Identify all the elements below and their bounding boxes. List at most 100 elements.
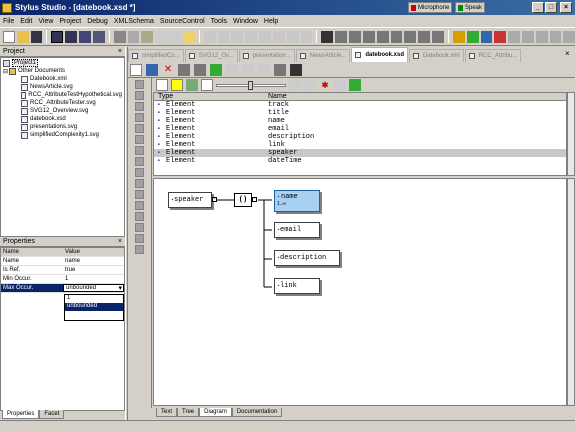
facet-icon[interactable]	[274, 63, 286, 76]
chevron-down-icon[interactable]: ▾	[118, 284, 122, 292]
grid-row[interactable]: ▪ Element dateTime	[154, 157, 566, 165]
palette-choice-icon[interactable]	[135, 135, 144, 144]
diagram-node-description[interactable]: ▪ description	[274, 250, 340, 266]
copy-icon[interactable]	[127, 30, 140, 43]
tree-view-icon[interactable]	[186, 79, 198, 91]
max-occur-dropdown-list[interactable]: 1 unbounded	[64, 294, 124, 321]
document-tab[interactable]: RCC_Attribu...	[464, 49, 522, 62]
menu-file[interactable]: File	[3, 18, 14, 25]
group-icon[interactable]	[194, 63, 206, 76]
dropdown-option-selected[interactable]: unbounded	[65, 303, 123, 311]
diagram-scrollbar[interactable]	[567, 178, 575, 406]
window-icon[interactable]	[51, 30, 64, 43]
menu-project[interactable]: Project	[59, 18, 81, 25]
new-element-icon[interactable]	[130, 63, 142, 76]
paste-icon[interactable]	[141, 30, 154, 43]
menu-tools[interactable]: Tools	[211, 18, 227, 25]
maximize-button[interactable]: □	[545, 2, 557, 13]
uncomment-icon[interactable]	[418, 30, 431, 43]
toolbar-icon[interactable]	[203, 30, 216, 43]
grid-row[interactable]: ▪ Element track	[154, 101, 566, 109]
redo-icon[interactable]	[169, 30, 181, 43]
palette-unique-icon[interactable]	[135, 190, 144, 199]
palette-redefine-icon[interactable]	[135, 234, 144, 243]
document-tab[interactable]: SVG12_Ov...	[184, 49, 238, 62]
folder-other-documents[interactable]: ⊟ Other Documents	[3, 67, 122, 75]
palette-element-icon[interactable]	[135, 80, 144, 89]
palette-type-icon[interactable]	[135, 102, 144, 111]
toolbar-icon[interactable]	[259, 30, 271, 43]
grid-row[interactable]: ▪ Element speaker	[154, 149, 566, 157]
palette-key-icon[interactable]	[135, 168, 144, 177]
property-row[interactable]: Min Occur. 1	[1, 275, 124, 284]
property-value[interactable]: unbounded ▾	[63, 284, 124, 292]
property-row[interactable]: Max Occur. unbounded ▾	[1, 284, 124, 293]
fit-icon[interactable]	[289, 79, 301, 91]
diagram-node-name[interactable]: ▪ name 1..∞	[274, 190, 320, 212]
save-icon[interactable]	[30, 30, 43, 43]
list-view-icon[interactable]	[156, 79, 168, 91]
palette-include-icon[interactable]	[135, 212, 144, 221]
grid-row[interactable]: ▪ Element description	[154, 133, 566, 141]
close-document-icon[interactable]: ×	[565, 49, 570, 58]
palette-notation-icon[interactable]	[135, 201, 144, 210]
menu-view[interactable]: View	[38, 18, 53, 25]
stop-icon[interactable]	[494, 30, 507, 43]
comment-icon[interactable]	[171, 79, 183, 91]
layout-icon[interactable]	[92, 30, 105, 43]
open-folder-icon[interactable]	[16, 30, 29, 43]
undo-icon[interactable]	[155, 30, 168, 43]
document-tab[interactable]: NewsArticle...	[295, 49, 351, 62]
close-icon[interactable]: ×	[118, 238, 122, 245]
menu-debug[interactable]: Debug	[87, 18, 108, 25]
palette-sequence-icon[interactable]	[135, 124, 144, 133]
collapse-icon[interactable]: -	[212, 197, 217, 202]
step-out-icon[interactable]	[549, 30, 562, 43]
attribute-icon[interactable]	[178, 63, 190, 76]
menu-sourcecontrol[interactable]: SourceControl	[160, 18, 205, 25]
grid-scrollbar[interactable]	[567, 92, 575, 176]
menu-xmlschema[interactable]: XMLSchema	[114, 18, 154, 25]
palette-attribute-icon[interactable]	[135, 91, 144, 100]
tile-icon[interactable]	[65, 30, 78, 43]
star-icon[interactable]: ✱	[319, 79, 331, 91]
bookmark-icon[interactable]	[362, 30, 375, 43]
indent-icon[interactable]	[376, 30, 389, 43]
diagram-node-speaker[interactable]: ▪ speaker	[168, 192, 212, 208]
toolbar-icon[interactable]	[300, 30, 313, 43]
new-file-icon[interactable]	[3, 30, 15, 43]
layout-icon[interactable]	[304, 79, 316, 91]
add-icon[interactable]	[210, 63, 222, 76]
palette-all-icon[interactable]	[135, 146, 144, 155]
palette-annotation-icon[interactable]	[135, 245, 144, 254]
close-window-button[interactable]: ×	[560, 2, 572, 13]
project-file-item[interactable]: simplifiedComplexity1.svg	[21, 131, 122, 139]
project-file-item[interactable]: NewsArticle.svg	[21, 83, 122, 91]
grid-row[interactable]: ▪ Element title	[154, 109, 566, 117]
grid-row[interactable]: ▪ Element email	[154, 125, 566, 133]
palette-any-icon[interactable]	[135, 157, 144, 166]
validate-icon[interactable]	[466, 30, 479, 43]
tab-facet[interactable]: Facet	[39, 410, 65, 419]
breakpoint-icon[interactable]	[563, 30, 575, 43]
sequence-compositor[interactable]: ()	[234, 193, 252, 207]
close-icon[interactable]: ×	[118, 48, 122, 55]
step-icon[interactable]	[521, 30, 534, 43]
project-file-item[interactable]: RCC_AttributeTestHypothetical.svg	[21, 91, 122, 99]
microphone-button[interactable]: Microphone	[408, 2, 453, 13]
attribute-group-icon[interactable]	[258, 63, 270, 76]
grid-row[interactable]: ▪ Element link	[154, 141, 566, 149]
project-file-item[interactable]: Datebook.xml	[21, 75, 122, 83]
grid-row[interactable]: ▪ Element name	[154, 117, 566, 125]
property-row[interactable]: Is Ref. true	[1, 266, 124, 275]
cut-icon[interactable]	[113, 30, 126, 43]
project-file-item[interactable]: presentations.svg	[21, 123, 122, 131]
toolbar-icon[interactable]	[272, 30, 285, 43]
format-icon[interactable]	[432, 30, 444, 43]
debug-icon[interactable]	[508, 30, 520, 43]
tab-documentation[interactable]: Documentation	[231, 408, 283, 417]
property-value[interactable]: name	[63, 258, 124, 264]
toolbar-icon[interactable]	[245, 30, 258, 43]
replace-icon[interactable]	[349, 30, 361, 43]
comment-icon[interactable]	[404, 30, 417, 43]
